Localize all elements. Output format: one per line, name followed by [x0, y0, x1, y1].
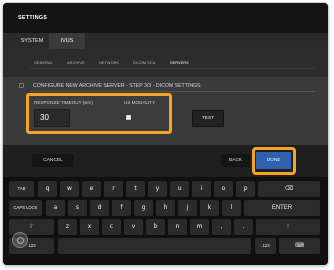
key-v[interactable]: v [124, 219, 143, 235]
key-o[interactable]: o [214, 181, 233, 197]
key-z[interactable]: z [58, 219, 77, 235]
key-k[interactable]: k [200, 200, 219, 216]
subtab-network[interactable]: NETWORK [99, 61, 119, 65]
us-modality-label: US MODALITY [124, 100, 156, 105]
key-r[interactable]: r [104, 181, 123, 197]
subtab-servers[interactable]: SERVERS [170, 61, 189, 65]
key-c[interactable]: c [102, 219, 121, 235]
key-q[interactable]: q [38, 181, 57, 197]
tab-system[interactable]: SYSTEM [17, 33, 47, 49]
key-a[interactable]: a [46, 200, 65, 216]
key-y[interactable]: y [148, 181, 167, 197]
key-x[interactable]: x [80, 219, 99, 235]
key-d[interactable]: d [90, 200, 109, 216]
key-i[interactable]: i [192, 181, 211, 197]
onscreen-keyboard: TAB q w e r t y u i o p ⌫ CAPS LOCK a s … [3, 177, 328, 265]
key-b[interactable]: b [146, 219, 165, 235]
key-p[interactable]: p [236, 181, 255, 197]
key-t[interactable]: t [126, 181, 145, 197]
key-f[interactable]: f [112, 200, 131, 216]
cancel-button[interactable]: CANCEL [32, 154, 74, 167]
done-button[interactable]: DONE [256, 152, 291, 169]
step-indicator [19, 83, 24, 88]
step-divider [30, 91, 315, 92]
subtab-general[interactable]: GENERAL [34, 61, 53, 65]
key-n[interactable]: n [168, 219, 187, 235]
subtab-divider [30, 68, 315, 69]
key-m[interactable]: m [190, 219, 209, 235]
dialog-title: SETTINGS [3, 3, 328, 33]
key-l[interactable]: l [222, 200, 241, 216]
tab-bar: SYSTEM IVUS [3, 33, 328, 49]
settings-dialog: SETTINGS SYSTEM IVUS GENERAL ARCHIVE NET… [3, 3, 328, 265]
backspace-icon[interactable]: ⌫ [258, 181, 320, 197]
key-g[interactable]: g [134, 200, 153, 216]
key-j[interactable]: j [178, 200, 197, 216]
key-period[interactable]: . [234, 219, 253, 235]
keyboard-hide-icon[interactable]: ⌨ [279, 238, 320, 254]
test-button[interactable]: TEST [192, 110, 224, 127]
key-e[interactable]: e [82, 181, 101, 197]
key-space[interactable] [58, 238, 251, 254]
shift-right-icon[interactable]: ⇧ [256, 219, 320, 235]
response-timeout-input[interactable]: 30 [34, 109, 70, 127]
subtab-dicom-scu[interactable]: DICOM SCU [133, 61, 156, 65]
subtab-archive[interactable]: ARCHIVE [67, 61, 85, 65]
key-u[interactable]: u [170, 181, 189, 197]
key-enter[interactable]: ENTER [244, 200, 320, 216]
subtab-bar: GENERAL ARCHIVE NETWORK DICOM SCU SERVER… [3, 49, 328, 77]
key-numbers-right[interactable]: .123 [255, 238, 276, 254]
response-timeout-label: RESPONSE TIMEOUT (sec) [34, 100, 93, 105]
key-tab[interactable]: TAB [9, 181, 34, 197]
key-h[interactable]: h [156, 200, 175, 216]
key-w[interactable]: w [60, 181, 79, 197]
step-title: CONFIGURE NEW ARCHIVE SERVER - STEP 3/3 … [33, 83, 201, 89]
key-comma[interactable]: , [212, 219, 231, 235]
us-modality-checkbox[interactable] [126, 115, 131, 120]
back-button[interactable]: BACK [221, 154, 250, 167]
key-s[interactable]: s [68, 200, 87, 216]
magnifier-icon[interactable] [12, 232, 28, 248]
tab-ivus[interactable]: IVUS [49, 33, 85, 49]
key-caps-lock[interactable]: CAPS LOCK [9, 200, 42, 216]
